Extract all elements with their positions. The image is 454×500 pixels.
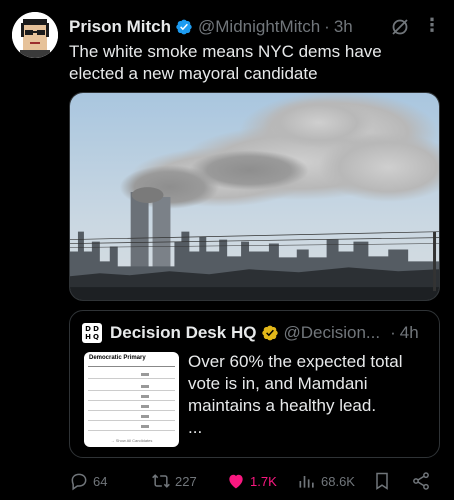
reply-icon [71,473,87,491]
reply-count: 64 [93,473,108,489]
quote-logo-letter: D [93,325,99,333]
author-avatar[interactable] [12,12,58,58]
share-button[interactable] [411,471,435,491]
quote-thumbnail[interactable]: Democratic Primary → Show All Candidates [84,352,179,447]
action-bar: 64 227 1.7K 68.6K [69,471,442,493]
quote-avatar[interactable]: D D H Q [82,323,102,343]
quote-text: Over 60% the expected total vote is in, … [188,351,433,439]
quote-author-handle: @Decision... [283,323,381,342]
quote-author-name: Decision Desk HQ [110,323,257,342]
like-button[interactable]: 1.7K [226,471,277,491]
quote-separator: · [390,323,396,342]
author-name[interactable]: Prison Mitch [69,17,171,37]
views-icon [299,476,314,488]
quote-body: Over 60% the expected total vote is in, … [188,352,403,415]
quote-time: 4h [399,323,419,342]
heart-icon [229,474,243,489]
share-icon [413,472,429,490]
quote-ellipsis: ... [188,418,203,437]
author-handle[interactable]: @MidnightMitch [198,17,320,37]
quote-logo-letter: Q [93,333,99,341]
verified-badge-icon [176,19,192,35]
tweet-header: Prison Mitch @MidnightMitch · 3h ⋮ [69,14,442,40]
like-count: 1.7K [250,473,277,489]
reply-button[interactable]: 64 [69,471,107,491]
quote-logo-letter: D [85,325,91,333]
tweet-time[interactable]: 3h [334,17,353,37]
grok-icon[interactable] [390,17,410,37]
repost-count: 227 [175,473,197,489]
quote-thumbnail-footer: → Show All Candidates [110,438,153,443]
verified-org-badge-icon [262,325,279,341]
bookmark-button[interactable] [372,471,396,491]
quote-logo-letter: H [85,333,91,341]
quote-header: D D H Q Decision Desk HQ @Decision... · … [82,322,429,344]
more-icon[interactable]: ⋮ [422,15,442,35]
tweet-text: The white smoke means NYC dems have elec… [69,42,382,83]
header-separator: · [324,17,330,36]
bookmark-icon [376,472,388,490]
tweet-image[interactable] [69,92,440,301]
views-button[interactable]: 68.6K [297,471,355,491]
repost-icon [152,474,170,488]
quote-thumbnail-title: Democratic Primary [89,355,146,361]
quote-tweet[interactable]: D D H Q Decision Desk HQ @Decision... · … [69,310,440,458]
views-count: 68.6K [321,473,355,489]
repost-button[interactable]: 227 [151,471,197,491]
